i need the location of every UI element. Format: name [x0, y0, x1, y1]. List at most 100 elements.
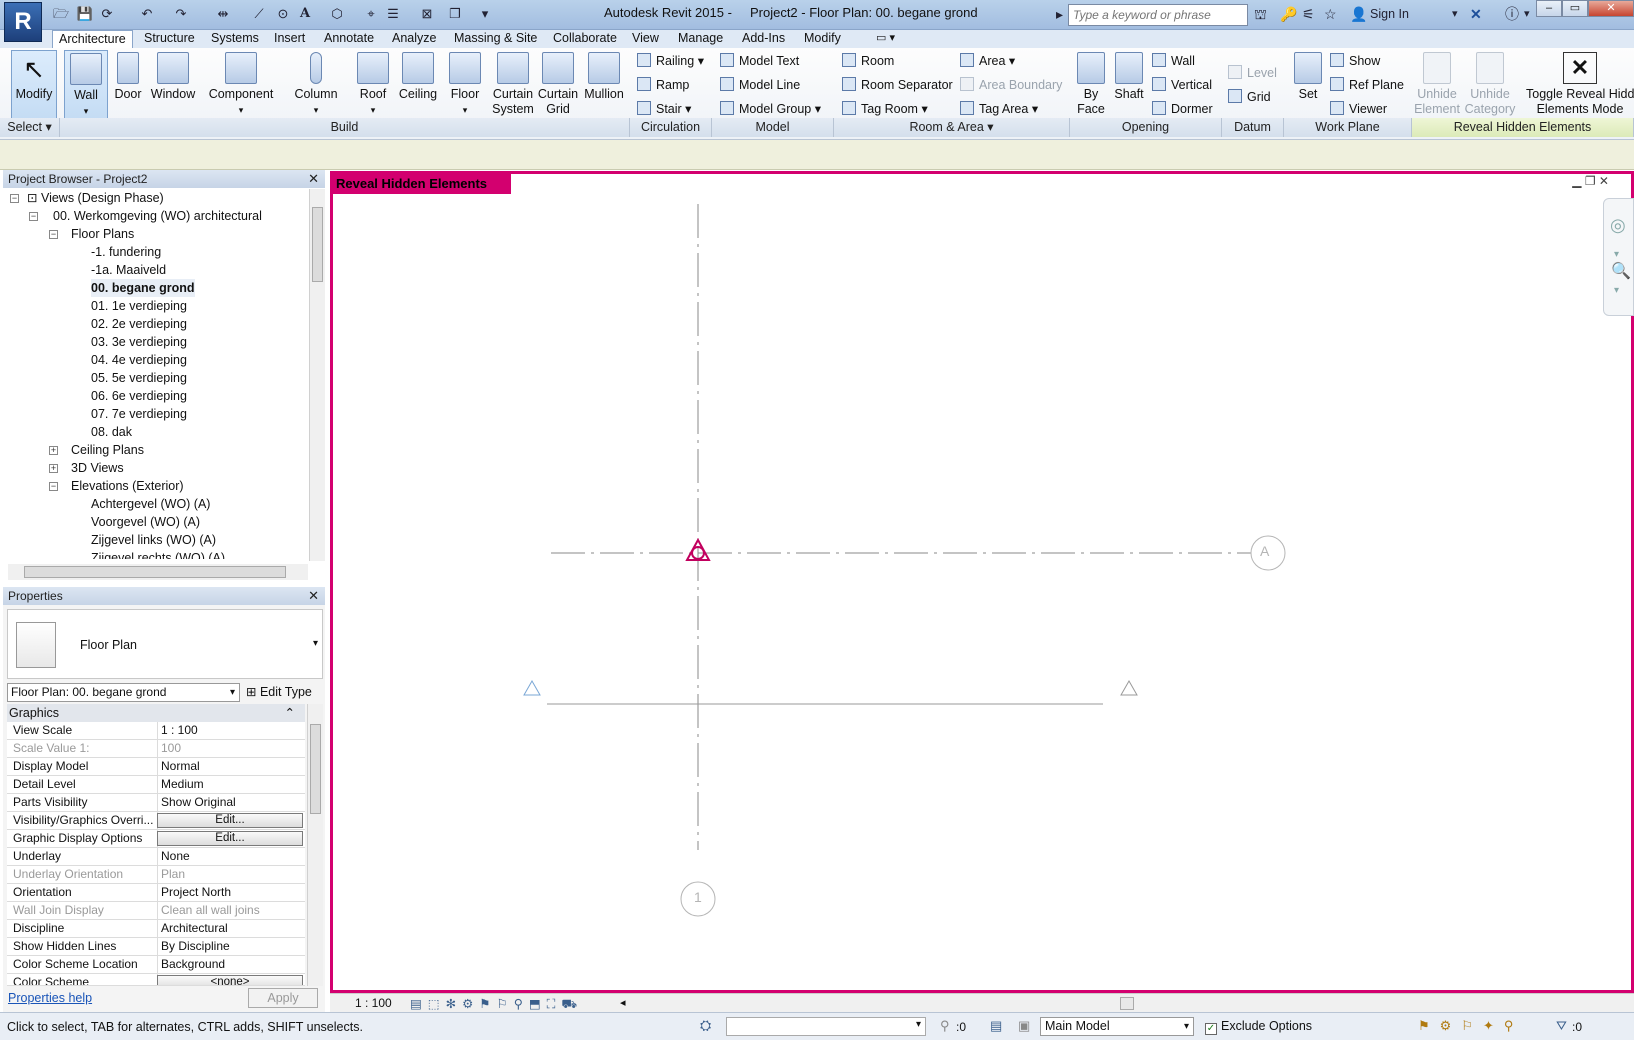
- chevron-left-icon[interactable]: ◂: [620, 996, 626, 1009]
- viewer-button[interactable]: Viewer: [1330, 99, 1387, 119]
- property-row[interactable]: Parts Visibility Show Original: [7, 794, 305, 812]
- redo-icon[interactable]: ↷: [172, 5, 190, 23]
- window-button[interactable]: Window: [150, 50, 196, 120]
- graphic-display-edit-button[interactable]: Edit...: [157, 831, 303, 846]
- vertical-opening-button[interactable]: Vertical: [1152, 75, 1212, 95]
- options-icon[interactable]: ▣: [1018, 1018, 1030, 1034]
- expand-search-icon[interactable]: ▸: [1056, 5, 1063, 23]
- tree-item-floor-plan[interactable]: -1a. Maaiveld: [91, 261, 166, 279]
- tab-analyze[interactable]: Analyze: [386, 30, 442, 48]
- component-button[interactable]: Component ▾: [205, 50, 277, 120]
- customize-quick-access-icon[interactable]: ▾: [476, 5, 494, 23]
- area-boundary-button[interactable]: Area Boundary: [960, 75, 1062, 95]
- aligned-dimension-icon[interactable]: ⟋: [250, 5, 268, 23]
- wall-button[interactable]: Wall ▾: [64, 50, 108, 120]
- tree-item-floor-plan[interactable]: 07. 7e verdieping: [91, 405, 187, 423]
- tab-annotate[interactable]: Annotate: [318, 30, 380, 48]
- chevron-down-icon[interactable]: ▾: [1614, 285, 1619, 296]
- property-row[interactable]: Display Model Normal: [7, 758, 305, 776]
- view-instance-dropdown[interactable]: Floor Plan: 00. begane grond ▾: [7, 683, 240, 702]
- grid-button[interactable]: Grid: [1228, 87, 1271, 107]
- binoculars-icon[interactable]: ⛫: [1254, 5, 1267, 23]
- unhide-element-button[interactable]: Unhide Element: [1412, 50, 1462, 120]
- ribbon-minimize-toggle-icon[interactable]: ▭ ▾: [870, 30, 901, 48]
- level-button[interactable]: Level: [1228, 63, 1277, 83]
- railing-button[interactable]: Railing ▾: [637, 51, 704, 71]
- property-row[interactable]: Orientation Project North: [7, 884, 305, 902]
- stair-button[interactable]: Stair ▾: [637, 99, 691, 119]
- close-icon[interactable]: ✕: [308, 170, 319, 188]
- floor-button[interactable]: Floor ▾: [446, 50, 484, 120]
- ceiling-button[interactable]: Ceiling: [396, 50, 440, 120]
- search-input[interactable]: [1068, 4, 1248, 26]
- tree-item-elevation[interactable]: Voorgevel (WO) (A): [91, 513, 200, 531]
- visibility-graphics-edit-button[interactable]: Edit...: [157, 813, 303, 828]
- room-separator-button[interactable]: Room Separator: [842, 75, 953, 95]
- maximize-icon[interactable]: ▭: [1562, 0, 1588, 17]
- filter-icon[interactable]: ⛛: [1556, 1018, 1567, 1034]
- tree-node-3d-views[interactable]: 3D Views: [71, 459, 124, 477]
- curtain-grid-button[interactable]: Curtain Grid: [536, 50, 580, 120]
- default-3d-view-icon[interactable]: ⬡: [328, 5, 346, 23]
- property-row[interactable]: Discipline Architectural: [7, 920, 305, 938]
- roof-button[interactable]: Roof ▾: [354, 50, 392, 120]
- tab-architecture[interactable]: Architecture: [52, 30, 133, 48]
- set-work-plane-button[interactable]: Set: [1290, 50, 1326, 120]
- sign-in-link[interactable]: Sign In: [1370, 5, 1409, 23]
- select-panel-dropdown[interactable]: Select ▾: [0, 118, 60, 137]
- graphics-group-header[interactable]: Graphics ⌃: [7, 704, 305, 722]
- tree-item-floor-plan[interactable]: 01. 1e verdieping: [91, 297, 187, 315]
- tree-item-floor-plan[interactable]: 03. 3e verdieping: [91, 333, 187, 351]
- subscription-icon[interactable]: 🔑: [1280, 5, 1297, 23]
- mullion-button[interactable]: Mullion: [582, 50, 626, 120]
- property-row[interactable]: View Scale 1 : 100: [7, 722, 305, 740]
- tab-insert[interactable]: Insert: [268, 30, 311, 48]
- tag-room-button[interactable]: Tag Room ▾: [842, 99, 928, 119]
- tree-item-elevation[interactable]: Achtergevel (WO) (A): [91, 495, 210, 513]
- zoom-icon[interactable]: 🔍: [1611, 261, 1631, 281]
- tab-manage[interactable]: Manage: [672, 30, 729, 48]
- revit-app-button[interactable]: R: [4, 2, 42, 42]
- close-icon[interactable]: ✕: [308, 587, 319, 605]
- property-row[interactable]: Underlay None: [7, 848, 305, 866]
- tree-item-floor-plan[interactable]: 04. 4e verdieping: [91, 351, 187, 369]
- minimize-icon[interactable]: –: [1536, 0, 1562, 17]
- expand-icon[interactable]: +: [49, 446, 58, 455]
- tree-node-views[interactable]: ⊡ Views (Design Phase): [27, 189, 164, 207]
- design-option-dropdown[interactable]: Main Model ▾: [1040, 1017, 1194, 1036]
- tree-item-floor-plan[interactable]: 05. 5e verdieping: [91, 369, 187, 387]
- ref-plane-button[interactable]: Ref Plane: [1330, 75, 1404, 95]
- tree-node-werkomgeving[interactable]: 00. Werkomgeving (WO) architectural: [53, 207, 262, 225]
- tree-item-floor-plan[interactable]: 06. 6e verdieping: [91, 387, 187, 405]
- show-work-plane-button[interactable]: Show: [1330, 51, 1380, 71]
- view-control-icons[interactable]: ▤⬚✻⚙⚑⚐⚲⬒⛶⛟: [410, 996, 583, 1013]
- by-face-button[interactable]: By Face: [1074, 50, 1108, 120]
- property-row[interactable]: Color Scheme Location Background: [7, 956, 305, 974]
- apply-button[interactable]: Apply: [248, 988, 318, 1008]
- tab-systems[interactable]: Systems: [205, 30, 265, 48]
- close-hidden-windows-icon[interactable]: ⊠: [418, 5, 436, 23]
- tree-item-elevation[interactable]: Zijgevel links (WO) (A): [91, 531, 216, 549]
- help-dropdown-icon[interactable]: ▾: [1524, 5, 1530, 23]
- save-icon[interactable]: 💾: [76, 5, 94, 23]
- drawing-canvas[interactable]: A 1 ▁ ❐ ✕: [330, 171, 1634, 993]
- tree-item-floor-plan[interactable]: 08. dak: [91, 423, 132, 441]
- tag-icon[interactable]: ⊙: [274, 5, 292, 23]
- favorites-star-icon[interactable]: ☆: [1324, 5, 1337, 23]
- expand-icon[interactable]: +: [49, 464, 58, 473]
- collapse-icon[interactable]: −: [49, 482, 58, 491]
- tree-item-elevation[interactable]: Zijgevel rechts (WO) (A): [91, 549, 225, 559]
- scrollbar-thumb[interactable]: [310, 724, 321, 814]
- properties-vertical-scrollbar[interactable]: [307, 704, 323, 986]
- help-icon[interactable]: ⓘ: [1505, 5, 1519, 23]
- design-options-icon[interactable]: ▤: [990, 1018, 1002, 1034]
- type-selector[interactable]: Floor Plan ▾: [7, 609, 323, 679]
- scrollbar-thumb[interactable]: [24, 566, 286, 578]
- collapse-icon[interactable]: −: [29, 212, 38, 221]
- selection-toggle-icons[interactable]: ⚑⚙⚐✦⚲: [1418, 1018, 1523, 1034]
- sign-in-dropdown-icon[interactable]: ▾: [1452, 5, 1458, 23]
- switch-windows-icon[interactable]: ❐: [446, 5, 464, 23]
- exclude-options-checkbox[interactable]: ✓ Exclude Options: [1205, 1019, 1312, 1035]
- section-icon[interactable]: ⌖: [362, 5, 380, 23]
- steering-wheel-icon[interactable]: ◎: [1610, 215, 1626, 236]
